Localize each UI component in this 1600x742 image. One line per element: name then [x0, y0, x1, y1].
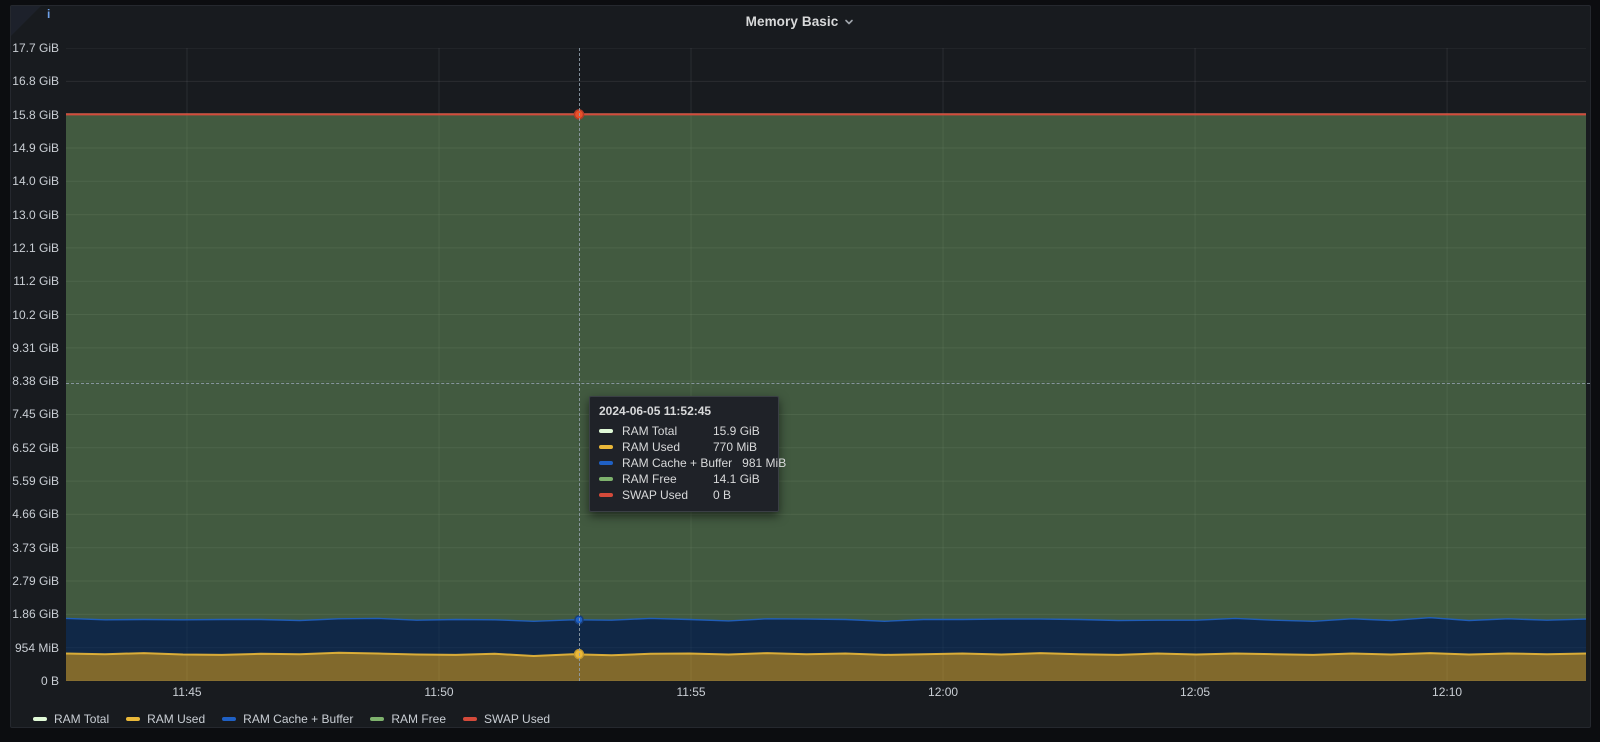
y-axis-label: 14.9 GiB	[11, 141, 59, 155]
y-axis-label: 14.0 GiB	[11, 174, 59, 188]
tooltip-series-value: 0 B	[713, 488, 769, 502]
y-axis-label: 11.2 GiB	[11, 274, 59, 288]
legend-item-swap-used[interactable]: SWAP Used	[463, 712, 550, 726]
hover-tooltip: 2024-06-05 11:52:45 RAM Total15.9 GiBRAM…	[589, 396, 779, 512]
stacked-area-chart	[66, 48, 1586, 681]
y-axis-label: 8.38 GiB	[11, 374, 59, 388]
y-axis-label: 9.31 GiB	[11, 341, 59, 355]
legend-item-ram-cache-buffer[interactable]: RAM Cache + Buffer	[222, 712, 353, 726]
panel-header: Memory Basic	[11, 6, 1590, 36]
legend-label: RAM Used	[147, 712, 205, 726]
area-ram-cache-buffer	[66, 618, 1586, 656]
legend-item-ram-total[interactable]: RAM Total	[33, 712, 109, 726]
legend-label: SWAP Used	[484, 712, 550, 726]
series-color-swatch	[599, 461, 613, 465]
tooltip-row: RAM Used 770 MiB	[599, 439, 769, 455]
area-ram-used	[66, 653, 1586, 681]
x-axis-label: 11:45	[155, 685, 219, 699]
legend-label: RAM Total	[54, 712, 109, 726]
x-axis-label: 12:05	[1163, 685, 1227, 699]
y-axis-label: 6.52 GiB	[11, 441, 59, 455]
tooltip-row: RAM Cache + Buffer981 MiB	[599, 455, 769, 471]
x-axis: 11:45 11:50 11:55 12:00 12:05 12:10	[11, 685, 1592, 701]
y-axis-label: 3.73 GiB	[11, 541, 59, 555]
legend-item-ram-free[interactable]: RAM Free	[370, 712, 446, 726]
y-axis-label: 12.1 GiB	[11, 241, 59, 255]
legend-swatch	[33, 717, 47, 721]
tooltip-series-label: RAM Cache + Buffer	[622, 456, 732, 470]
memory-basic-panel: i Memory Basic 0 B954 MiB1.86 GiB2.79 Gi…	[10, 5, 1591, 728]
legend-item-ram-used[interactable]: RAM Used	[126, 712, 205, 726]
y-axis-label: 16.8 GiB	[11, 74, 59, 88]
panel-title: Memory Basic	[746, 14, 839, 29]
crosshair-vertical	[579, 48, 580, 681]
area-ram-free	[66, 114, 1586, 621]
series-color-swatch	[599, 493, 613, 497]
tooltip-series-label: RAM Free	[622, 472, 703, 486]
tooltip-series-label: SWAP Used	[622, 488, 703, 502]
y-axis-label: 15.8 GiB	[11, 108, 59, 122]
legend-swatch	[463, 717, 477, 721]
crosshair-horizontal	[66, 383, 1590, 384]
tooltip-row: RAM Total 15.9 GiB	[599, 423, 769, 439]
y-axis-label: 2.79 GiB	[11, 574, 59, 588]
y-axis-label: 17.7 GiB	[11, 41, 59, 55]
y-axis-label: 13.0 GiB	[11, 208, 59, 222]
y-axis-label: 5.59 GiB	[11, 474, 59, 488]
y-axis-label: 7.45 GiB	[11, 407, 59, 421]
x-axis-label: 11:50	[407, 685, 471, 699]
legend-swatch	[370, 717, 384, 721]
x-axis-label: 12:10	[1415, 685, 1479, 699]
tooltip-series-label: RAM Total	[622, 424, 703, 438]
legend-label: RAM Cache + Buffer	[243, 712, 353, 726]
tooltip-series-value: 770 MiB	[713, 440, 769, 454]
x-axis-label: 11:55	[659, 685, 723, 699]
y-axis-label: 1.86 GiB	[11, 607, 59, 621]
legend-swatch	[222, 717, 236, 721]
y-axis-label: 954 MiB	[11, 641, 59, 655]
y-axis: 0 B954 MiB1.86 GiB2.79 GiB3.73 GiB4.66 G…	[11, 6, 59, 729]
chevron-down-icon	[843, 16, 855, 28]
panel-title-menu[interactable]: Memory Basic	[746, 14, 856, 29]
tooltip-series-value: 15.9 GiB	[713, 424, 769, 438]
tooltip-row: SWAP Used 0 B	[599, 487, 769, 503]
x-axis-label: 12:00	[911, 685, 975, 699]
series-color-swatch	[599, 477, 613, 481]
series-color-swatch	[599, 429, 613, 433]
tooltip-series-value: 981 MiB	[742, 456, 786, 470]
tooltip-series-value: 14.1 GiB	[713, 472, 769, 486]
y-axis-label: 4.66 GiB	[11, 507, 59, 521]
chart-plot-area[interactable]	[66, 48, 1586, 681]
y-axis-label: 10.2 GiB	[11, 308, 59, 322]
tooltip-timestamp: 2024-06-05 11:52:45	[599, 404, 769, 418]
legend-swatch	[126, 717, 140, 721]
series-color-swatch	[599, 445, 613, 449]
tooltip-row: RAM Free 14.1 GiB	[599, 471, 769, 487]
tooltip-series-label: RAM Used	[622, 440, 703, 454]
legend: RAM Total RAM Used RAM Cache + Buffer RAM F…	[33, 710, 550, 728]
legend-label: RAM Free	[391, 712, 446, 726]
